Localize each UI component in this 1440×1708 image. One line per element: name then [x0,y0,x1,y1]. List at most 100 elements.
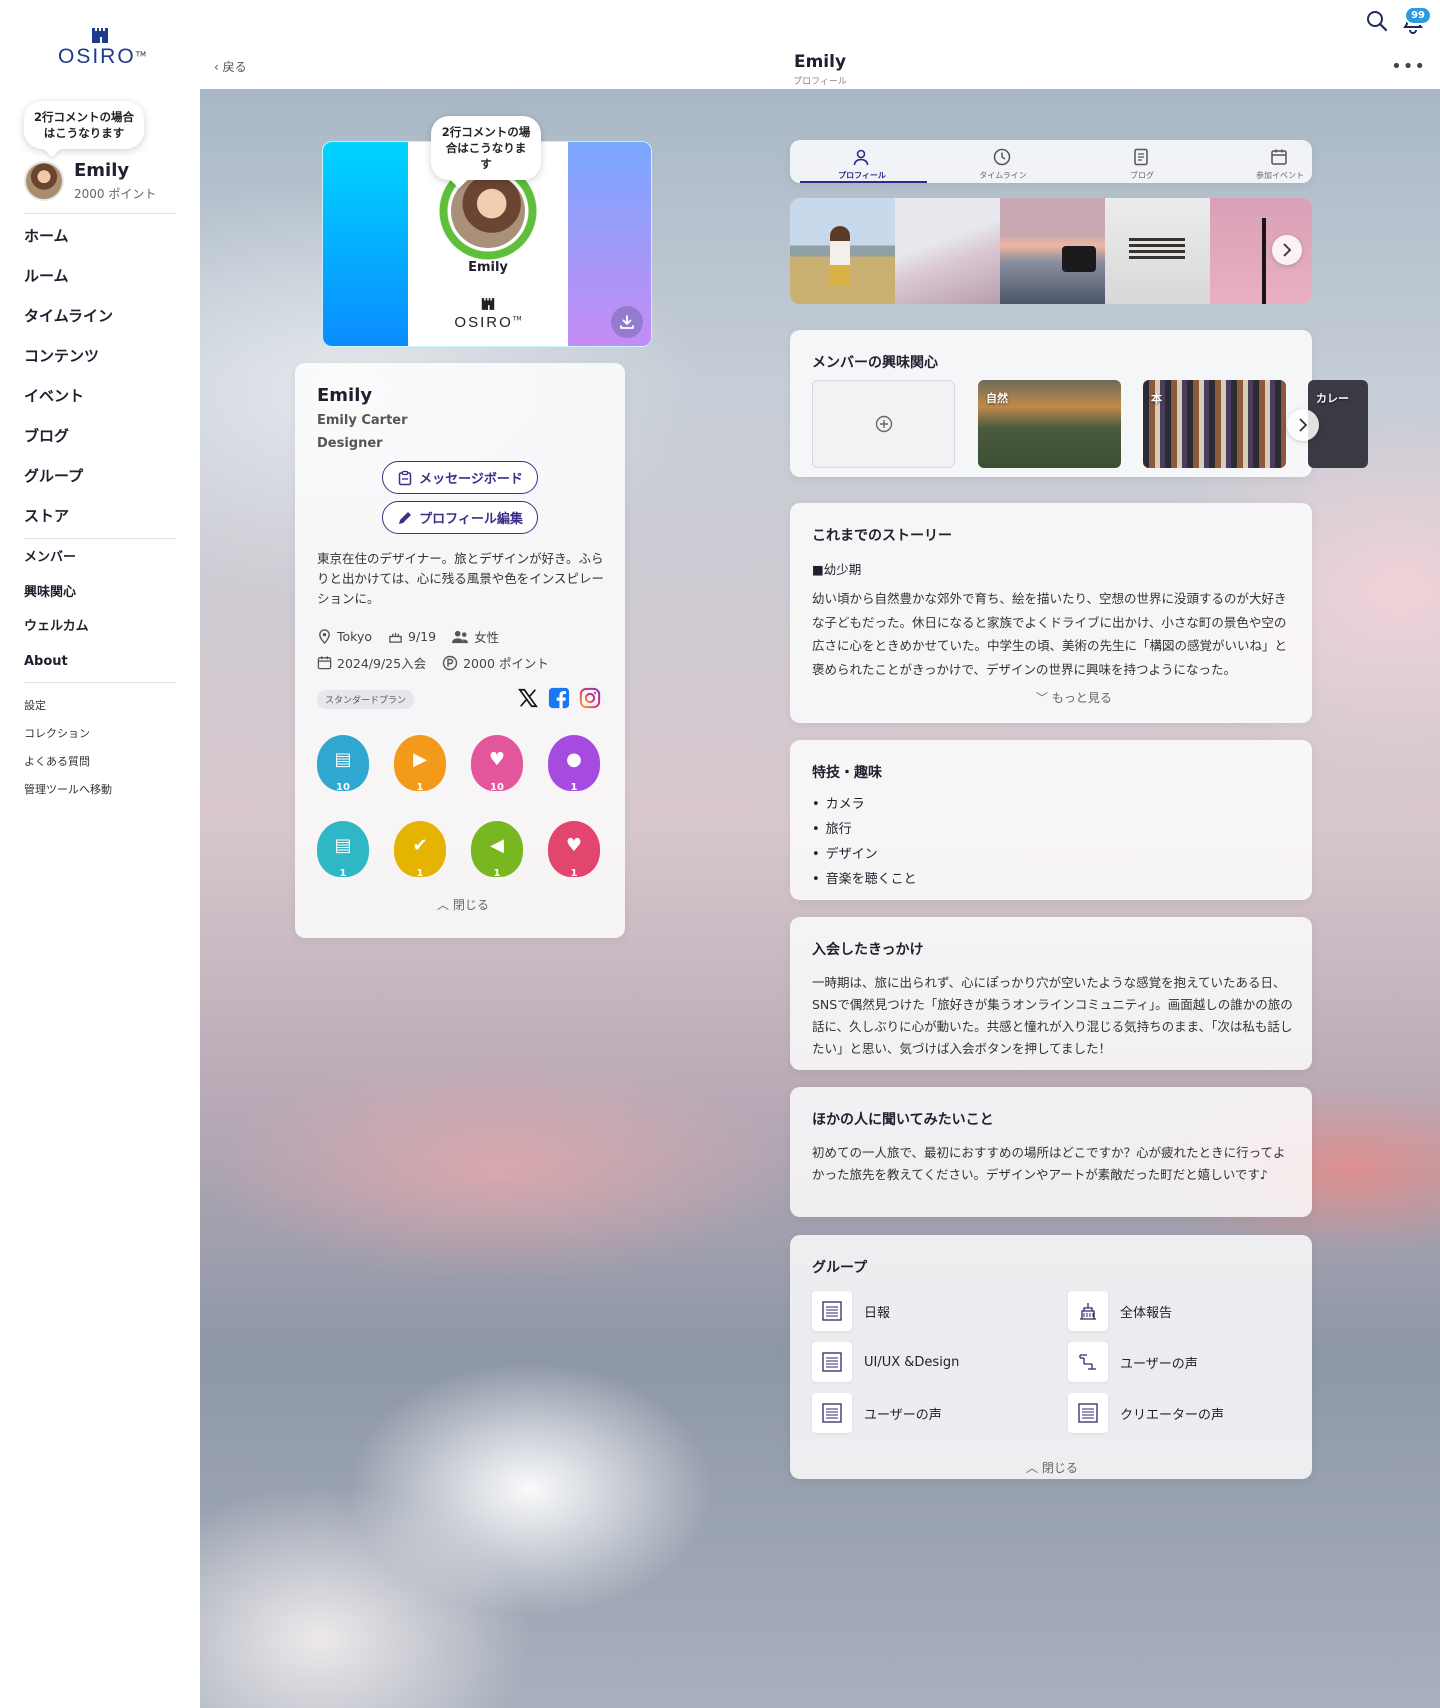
badge[interactable]: ● 1 [548,735,600,797]
interest-card[interactable]: 本 [1143,380,1286,468]
divider [24,213,176,214]
search-icon[interactable] [1366,10,1388,36]
video-icon: ▶ [413,749,427,770]
nav-store[interactable]: ストア [24,502,113,542]
nav-events[interactable]: イベント [24,382,113,422]
list-item: カメラ [812,795,917,820]
nav-groups[interactable]: グループ [24,462,113,502]
tab-blog[interactable]: ブログ [1077,140,1207,183]
interest-card[interactable]: 自然 [978,380,1121,468]
group-item[interactable]: UI/UX &Design [812,1342,959,1382]
questions-body: 初めての一人旅で、最初におすすめの場所はどこですか？心が疲れたときに行ってよかっ… [812,1145,1286,1182]
facebook-icon[interactable] [548,687,570,709]
interest-label: カレー [1316,392,1349,405]
tab-label: タイムライン [979,171,1027,180]
document-icon [1134,148,1148,166]
group-item[interactable]: ユーザーの声 [1068,1342,1198,1382]
sidebar: OSIROTM 2行コメントの場合はこうなります Emily 2000 ポイント… [0,0,200,1708]
nav-interests[interactable]: 興味関心 [24,583,89,618]
nav-collection[interactable]: コレクション [24,726,112,754]
collapse-badges-button[interactable]: ︿ 閉じる [437,896,489,913]
nav-timeline[interactable]: タイムライン [24,302,113,342]
badge[interactable]: ▤ 10 [317,735,369,797]
section-title: これまでのストーリー [812,528,952,544]
tab-joined-events[interactable]: 参加イベント [1215,140,1345,183]
calendar-icon [1271,149,1287,165]
skills-list: カメラ 旅行 デザイン 音楽を聴くこと [812,795,917,895]
profile-birthday: 9/19 [408,629,437,644]
nav-room[interactable]: ルーム [24,262,113,302]
interests-next-button[interactable] [1287,409,1319,441]
heart-icon: ♥ [565,835,583,856]
x-icon[interactable] [517,687,539,709]
interests-panel: メンバーの興味関心 自然 本 カレー [790,330,1368,477]
divider [24,682,176,683]
profile-meta-row-1: Tokyo 9/19 女性 [317,627,499,646]
nav-members[interactable]: メンバー [24,548,89,583]
badge[interactable]: ✔ 1 [394,821,446,883]
badge[interactable]: ▤ 1 [317,821,369,883]
tab-timeline[interactable]: タイムライン [938,140,1068,183]
plus-circle-icon [875,415,892,433]
report-icon [812,1291,852,1331]
group-name: ユーザーの声 [864,1407,942,1423]
badge[interactable]: ▶ 1 [394,735,446,797]
nav-blog[interactable]: ブログ [24,422,113,462]
person-icon [853,149,869,166]
gallery-photo[interactable] [1000,198,1105,304]
sidebar-user[interactable]: Emily 2000 ポイント [24,160,156,202]
gallery-photo[interactable] [1105,198,1210,304]
group-item[interactable]: 全体報告 [1068,1291,1172,1331]
nav-contents[interactable]: コンテンツ [24,342,113,382]
report-icon [1068,1393,1108,1433]
add-interest-button[interactable] [812,380,955,468]
badge[interactable]: ◀ 1 [471,821,523,883]
book-icon: ▤ [334,749,352,770]
group-item[interactable]: 日報 [812,1291,890,1331]
gallery-photo[interactable] [895,198,1000,304]
chevron-right-icon [1283,243,1292,257]
flow-chart-icon [1068,1342,1108,1382]
more-icon[interactable]: ••• [1391,56,1426,77]
section-title: メンバーの興味関心 [812,355,938,371]
profile-card-brand: OSIRO [454,314,513,331]
nav-home[interactable]: ホーム [24,222,113,262]
megaphone-icon: ◀ [490,835,504,856]
instagram-icon[interactable] [579,687,601,709]
edit-profile-button[interactable]: プロフィール編集 [382,501,538,534]
nav-admin-tool[interactable]: 管理ツールへ移動 [24,782,112,810]
brand-logo[interactable]: OSIROTM [58,28,146,69]
group-name: UI/UX &Design [864,1354,960,1370]
top-header: ‹ 戻る Emily プロフィール ••• 99 [200,0,1440,89]
nav-about[interactable]: About [24,652,89,687]
badge-count: 1 [416,868,424,879]
group-name: 全体報告 [1120,1305,1173,1321]
nav-settings[interactable]: 設定 [24,698,112,726]
chevron-down-icon: ﹀ [1036,691,1049,705]
show-more-button[interactable]: ﹀ もっと見る [1036,689,1112,706]
tab-profile[interactable]: プロフィール [797,140,927,183]
section-title: 入会したきっかけ [812,942,924,958]
gallery-next-button[interactable] [1272,235,1302,265]
download-button[interactable] [611,306,643,338]
group-item[interactable]: ユーザーの声 [812,1393,942,1433]
badge[interactable]: ♥ 10 [471,735,523,797]
group-name: ユーザーの声 [1120,1356,1198,1372]
building-icon [1068,1291,1108,1331]
cake-icon [389,632,402,643]
profile-points: 2000 ポイント [463,656,549,671]
calendar-icon [317,656,332,670]
group-name: クリエーターの声 [1120,1407,1225,1423]
gallery-photo[interactable] [790,198,895,304]
points-icon [442,655,458,670]
group-item[interactable]: クリエーターの声 [1068,1393,1224,1433]
chat-icon: ● [566,749,582,770]
collapse-groups-button[interactable]: ︿ 閉じる [1026,1459,1078,1476]
nav-welcome[interactable]: ウェルカム [24,617,89,652]
badge-count: 1 [493,868,501,879]
badge[interactable]: ♥ 1 [548,821,600,883]
message-board-button[interactable]: メッセージボード [382,461,538,494]
nav-faq[interactable]: よくある質問 [24,754,112,782]
badge-count: 10 [336,782,350,793]
brand-name: OSIRO [58,45,136,68]
